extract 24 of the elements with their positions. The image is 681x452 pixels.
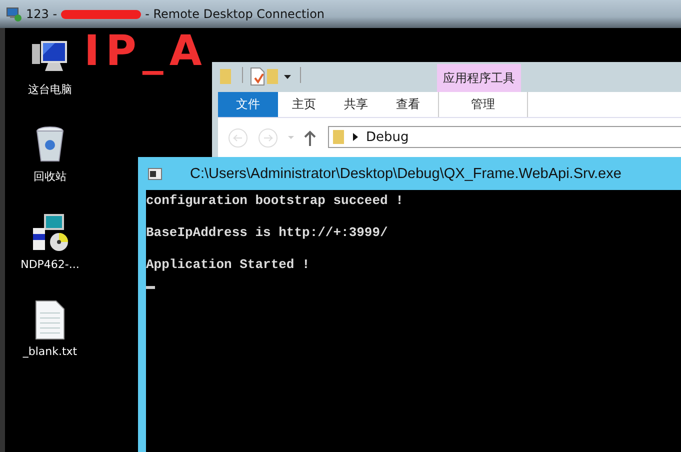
icon-label[interactable]: _blank.txt xyxy=(22,345,78,358)
window-title: - Remote Desktop Connection xyxy=(145,7,325,21)
icon-label[interactable]: NDP462-... xyxy=(20,258,80,271)
icon-label[interactable]: 回收站 xyxy=(34,169,66,184)
window-title: C:\Users\Administrator\Desktop\Debug\QX_Frame.WebApi.Srv.exe xyxy=(190,166,622,182)
ribbon-tab[interactable]: 文件 xyxy=(218,92,278,117)
chevron-icon xyxy=(353,133,358,141)
address-bar[interactable]: Debug xyxy=(328,126,681,148)
ribbon-tab[interactable]: 共享 xyxy=(330,92,382,117)
text-cursor xyxy=(146,286,155,289)
icon-label[interactable]: 这台电脑 xyxy=(28,82,72,97)
console-icon xyxy=(148,168,162,180)
ribbon-tab[interactable]: 主页 xyxy=(278,92,330,117)
console-output: BaseIpAddress is http://+:3999/ xyxy=(146,226,388,240)
monitor-icon xyxy=(6,6,22,22)
console-output: configuration bootstrap succeed ! xyxy=(146,194,404,208)
ribbon-tab[interactable]: 查看 xyxy=(382,92,434,117)
folder-icon xyxy=(333,129,345,145)
window-title: 123 - xyxy=(26,7,58,21)
breadcrumb[interactable]: Debug xyxy=(366,130,409,144)
text-file-icon[interactable] xyxy=(32,299,67,341)
context-tab-group: 应用程序工具 xyxy=(437,64,521,92)
ribbon-tab[interactable]: 管理 xyxy=(438,92,528,117)
console-output: Application Started ! xyxy=(146,258,310,272)
